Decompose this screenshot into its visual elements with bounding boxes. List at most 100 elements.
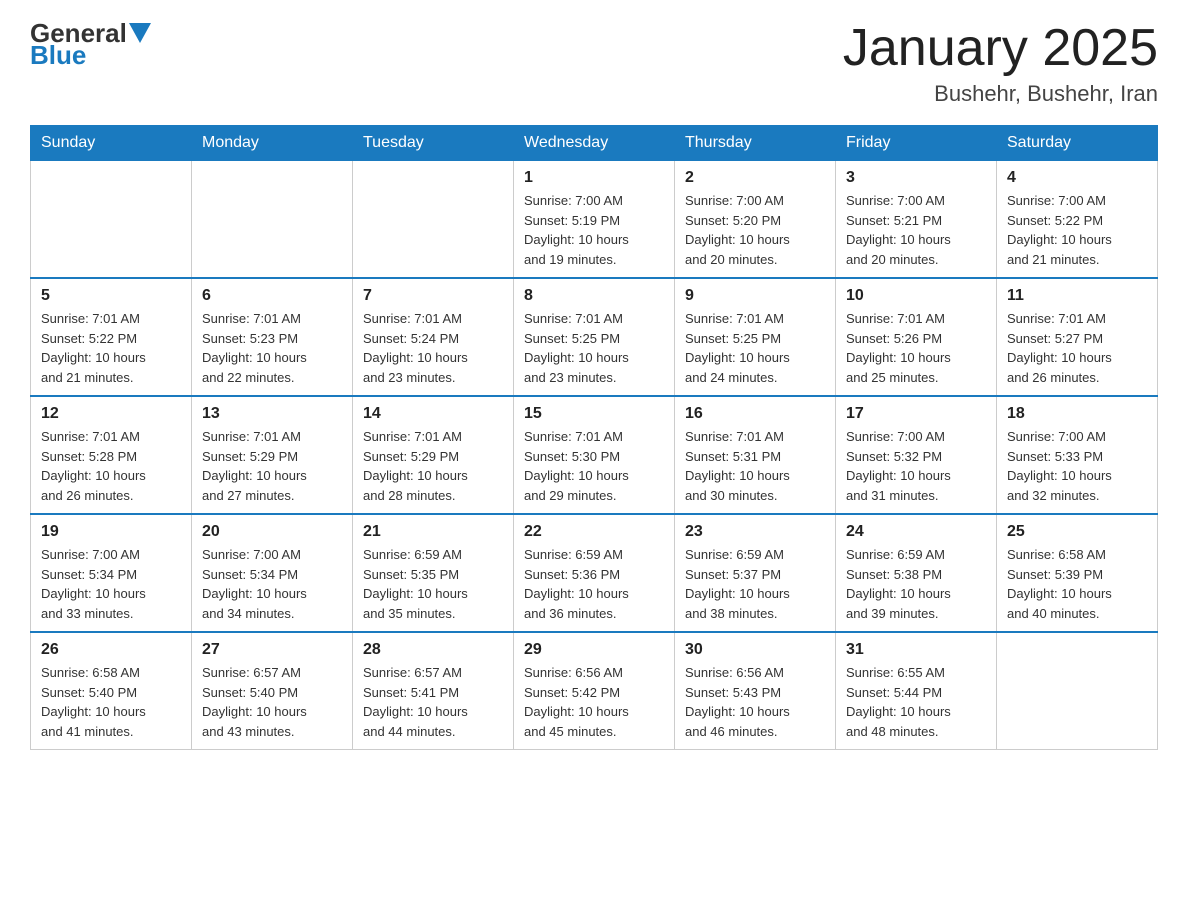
calendar-cell: 15Sunrise: 7:01 AM Sunset: 5:30 PM Dayli… [514, 396, 675, 514]
day-info: Sunrise: 7:01 AM Sunset: 5:29 PM Dayligh… [363, 427, 503, 505]
day-info: Sunrise: 7:01 AM Sunset: 5:29 PM Dayligh… [202, 427, 342, 505]
day-number: 27 [202, 641, 342, 659]
calendar-cell: 1 Sunrise: 7:00 AM Sunset: 5:19 PM Daylig… [514, 161, 675, 279]
day-info: Sunrise: 6:57 AM Sunset: 5:40 PM Dayligh… [202, 663, 342, 741]
calendar-cell: 23Sunrise: 6:59 AM Sunset: 5:37 PM Dayli… [675, 514, 836, 632]
calendar-cell: 19Sunrise: 7:00 AM Sunset: 5:34 PM Dayli… [31, 514, 192, 632]
calendar-cell: 26 Sunrise: 6:58 AM Sunset: 5:40 PM Dayli… [31, 632, 192, 750]
day-number: 18 [1007, 405, 1147, 423]
day-number: 16 [685, 405, 825, 423]
day-info: Sunrise: 7:01 AM Sunset: 5:30 PM Dayligh… [524, 427, 664, 505]
calendar-cell: 13Sunrise: 7:01 AM Sunset: 5:29 PM Dayli… [192, 396, 353, 514]
calendar-cell: 22 Sunrise: 6:59 AM Sunset: 5:36 PM Dayli… [514, 514, 675, 632]
day-number: 31 [846, 641, 986, 659]
day-info: Sunrise: 7:01 AM Sunset: 5:25 PM Dayligh… [524, 309, 664, 387]
day-info: Sunrise: 6:57 AM Sunset: 5:41 PM Dayligh… [363, 663, 503, 741]
location-title: Bushehr, Bushehr, Iran [843, 81, 1158, 107]
day-info: Sunrise: 7:01 AM Sunset: 5:31 PM Dayligh… [685, 427, 825, 505]
day-info: Sunrise: 7:00 AM Sunset: 5:32 PM Dayligh… [846, 427, 986, 505]
day-number: 24 [846, 523, 986, 541]
calendar-cell: 8 Sunrise: 7:01 AM Sunset: 5:25 PM Daylig… [514, 278, 675, 396]
column-header-tuesday: Tuesday [353, 126, 514, 161]
day-info: Sunrise: 6:59 AM Sunset: 5:38 PM Dayligh… [846, 545, 986, 623]
calendar-cell: 5 Sunrise: 7:01 AM Sunset: 5:22 PM Daylig… [31, 278, 192, 396]
calendar-cell: 30 Sunrise: 6:56 AM Sunset: 5:43 PM Dayli… [675, 632, 836, 750]
day-number: 7 [363, 287, 503, 305]
calendar-cell: 4Sunrise: 7:00 AM Sunset: 5:22 PM Daylig… [997, 161, 1158, 279]
day-number: 21 [363, 523, 503, 541]
day-info: Sunrise: 7:01 AM Sunset: 5:24 PM Dayligh… [363, 309, 503, 387]
day-info: Sunrise: 7:00 AM Sunset: 5:22 PM Dayligh… [1007, 191, 1147, 269]
calendar-cell: 21Sunrise: 6:59 AM Sunset: 5:35 PM Dayli… [353, 514, 514, 632]
calendar-cell: 7 Sunrise: 7:01 AM Sunset: 5:24 PM Daylig… [353, 278, 514, 396]
calendar-cell: 27 Sunrise: 6:57 AM Sunset: 5:40 PM Dayli… [192, 632, 353, 750]
column-header-saturday: Saturday [997, 126, 1158, 161]
day-number: 9 [685, 287, 825, 305]
day-number: 8 [524, 287, 664, 305]
day-info: Sunrise: 6:58 AM Sunset: 5:40 PM Dayligh… [41, 663, 181, 741]
day-number: 22 [524, 523, 664, 541]
calendar-cell: 31Sunrise: 6:55 AM Sunset: 5:44 PM Dayli… [836, 632, 997, 750]
day-number: 30 [685, 641, 825, 659]
calendar-cell: 20 Sunrise: 7:00 AM Sunset: 5:34 PM Dayli… [192, 514, 353, 632]
week-row-1: 1 Sunrise: 7:00 AM Sunset: 5:19 PM Daylig… [31, 161, 1158, 279]
day-number: 3 [846, 169, 986, 187]
calendar-cell: 12 Sunrise: 7:01 AM Sunset: 5:28 PM Dayli… [31, 396, 192, 514]
calendar-cell: 2 Sunrise: 7:00 AM Sunset: 5:20 PM Daylig… [675, 161, 836, 279]
day-info: Sunrise: 7:01 AM Sunset: 5:23 PM Dayligh… [202, 309, 342, 387]
logo-blue-text: Blue [30, 42, 151, 68]
day-number: 19 [41, 523, 181, 541]
header-row: SundayMondayTuesdayWednesdayThursdayFrid… [31, 126, 1158, 161]
calendar-cell: 3Sunrise: 7:00 AM Sunset: 5:21 PM Daylig… [836, 161, 997, 279]
day-number: 5 [41, 287, 181, 305]
calendar-cell: 14 Sunrise: 7:01 AM Sunset: 5:29 PM Dayli… [353, 396, 514, 514]
day-info: Sunrise: 6:56 AM Sunset: 5:43 PM Dayligh… [685, 663, 825, 741]
calendar-cell [353, 161, 514, 279]
day-info: Sunrise: 6:58 AM Sunset: 5:39 PM Dayligh… [1007, 545, 1147, 623]
calendar-cell: 18Sunrise: 7:00 AM Sunset: 5:33 PM Dayli… [997, 396, 1158, 514]
day-number: 20 [202, 523, 342, 541]
calendar-cell: 16 Sunrise: 7:01 AM Sunset: 5:31 PM Dayli… [675, 396, 836, 514]
calendar-cell: 24 Sunrise: 6:59 AM Sunset: 5:38 PM Dayli… [836, 514, 997, 632]
week-row-4: 19 Sunrise: 7:00 AM Sunset: 5:34 PM Dayli… [31, 514, 1158, 632]
day-info: Sunrise: 6:56 AM Sunset: 5:42 PM Dayligh… [524, 663, 664, 741]
calendar-cell: 9 Sunrise: 7:01 AM Sunset: 5:25 PM Daylig… [675, 278, 836, 396]
day-info: Sunrise: 7:00 AM Sunset: 5:34 PM Dayligh… [202, 545, 342, 623]
day-number: 25 [1007, 523, 1147, 541]
calendar-cell: 17 Sunrise: 7:00 AM Sunset: 5:32 PM Dayli… [836, 396, 997, 514]
day-number: 29 [524, 641, 664, 659]
day-info: Sunrise: 6:59 AM Sunset: 5:36 PM Dayligh… [524, 545, 664, 623]
day-info: Sunrise: 7:01 AM Sunset: 5:28 PM Dayligh… [41, 427, 181, 505]
calendar-cell: 11Sunrise: 7:01 AM Sunset: 5:27 PM Dayli… [997, 278, 1158, 396]
column-header-wednesday: Wednesday [514, 126, 675, 161]
day-number: 17 [846, 405, 986, 423]
column-header-monday: Monday [192, 126, 353, 161]
calendar-cell: 25 Sunrise: 6:58 AM Sunset: 5:39 PM Dayli… [997, 514, 1158, 632]
day-number: 10 [846, 287, 986, 305]
day-info: Sunrise: 7:01 AM Sunset: 5:22 PM Dayligh… [41, 309, 181, 387]
column-header-thursday: Thursday [675, 126, 836, 161]
calendar-cell [192, 161, 353, 279]
day-info: Sunrise: 7:01 AM Sunset: 5:26 PM Dayligh… [846, 309, 986, 387]
page-header: General Blue January 2025 Bushehr, Bushe… [30, 20, 1158, 107]
day-info: Sunrise: 7:01 AM Sunset: 5:25 PM Dayligh… [685, 309, 825, 387]
column-header-sunday: Sunday [31, 126, 192, 161]
calendar-cell: 29 Sunrise: 6:56 AM Sunset: 5:42 PM Dayli… [514, 632, 675, 750]
day-number: 28 [363, 641, 503, 659]
title-block: January 2025 Bushehr, Bushehr, Iran [843, 20, 1158, 107]
column-header-friday: Friday [836, 126, 997, 161]
calendar-table: SundayMondayTuesdayWednesdayThursdayFrid… [30, 125, 1158, 750]
day-number: 26 [41, 641, 181, 659]
day-number: 11 [1007, 287, 1147, 305]
day-info: Sunrise: 7:00 AM Sunset: 5:19 PM Dayligh… [524, 191, 664, 269]
day-number: 14 [363, 405, 503, 423]
day-number: 2 [685, 169, 825, 187]
day-number: 1 [524, 169, 664, 187]
month-title: January 2025 [843, 20, 1158, 77]
day-number: 12 [41, 405, 181, 423]
day-number: 6 [202, 287, 342, 305]
day-info: Sunrise: 7:00 AM Sunset: 5:20 PM Dayligh… [685, 191, 825, 269]
week-row-2: 5 Sunrise: 7:01 AM Sunset: 5:22 PM Daylig… [31, 278, 1158, 396]
logo: General Blue [30, 20, 151, 68]
day-info: Sunrise: 6:59 AM Sunset: 5:37 PM Dayligh… [685, 545, 825, 623]
